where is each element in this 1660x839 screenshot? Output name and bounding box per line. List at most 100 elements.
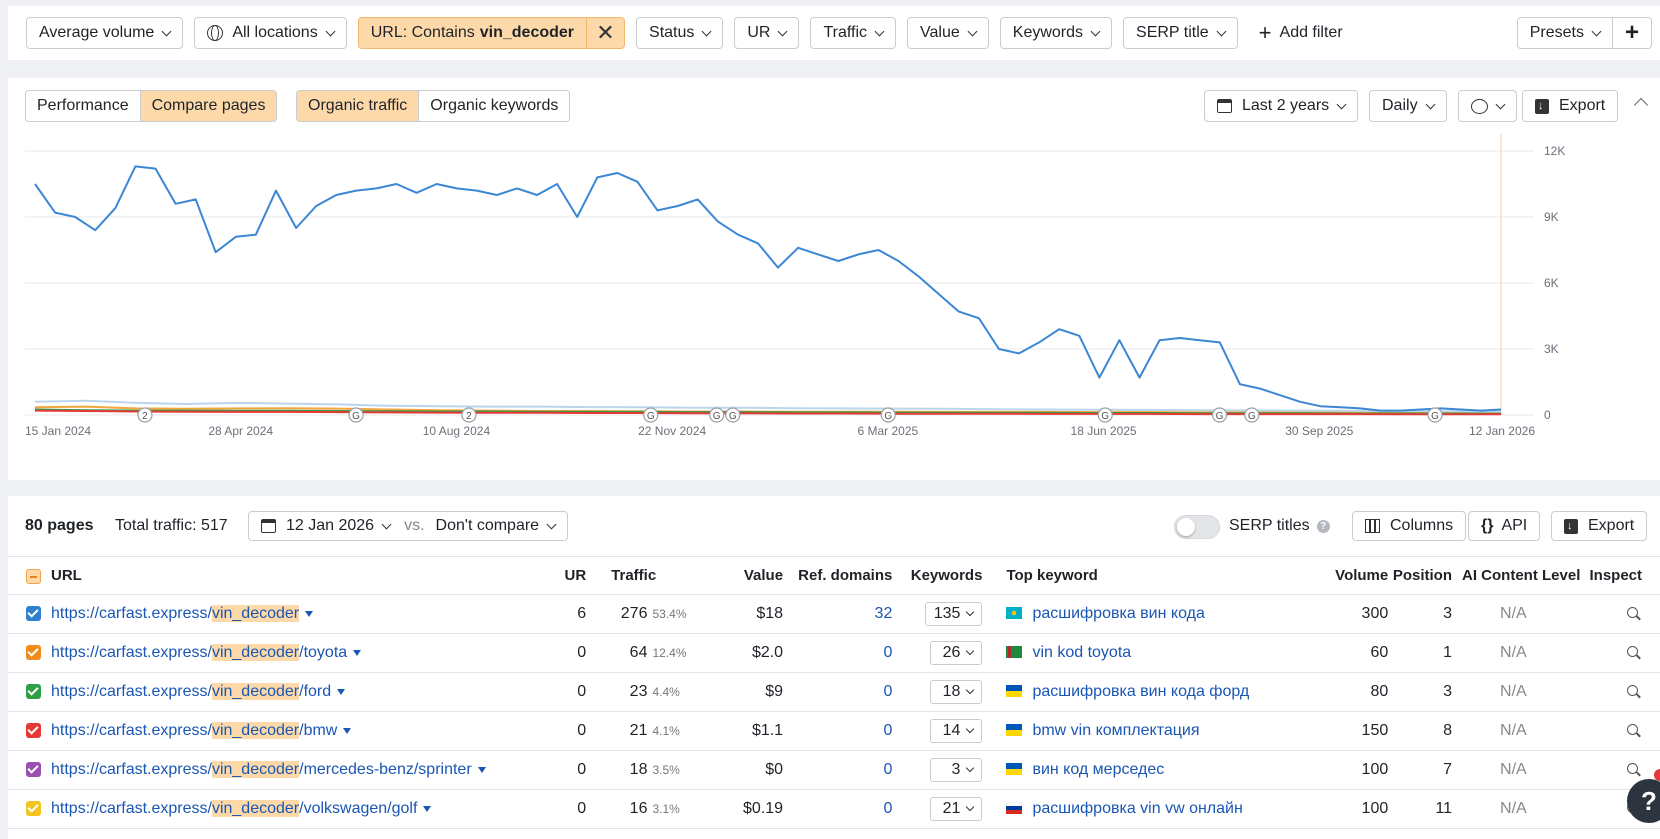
page-url-link[interactable]: https://carfast.express/vin_decoder/ford [51, 683, 331, 700]
keywords-dropdown[interactable]: 14 [930, 719, 983, 743]
caret-down-icon[interactable] [353, 649, 362, 656]
row-checkbox[interactable] [26, 645, 41, 661]
total-traffic: Total traffic: 517 [115, 517, 228, 534]
value-label: Value [920, 24, 960, 41]
ai-content-header[interactable]: AI Content Level [1462, 556, 1581, 595]
export-label: Export [1588, 517, 1635, 534]
top-keyword-link[interactable]: расшифровка vin vw онлайн [1032, 800, 1242, 817]
traffic-label: Traffic [823, 24, 868, 41]
caret-down-icon[interactable] [477, 766, 486, 773]
keywords-dropdown[interactable]: 3 [930, 758, 983, 782]
select-all-checkbox[interactable] [26, 568, 41, 584]
search-icon[interactable] [1627, 685, 1638, 696]
tab-performance[interactable]: Performance [26, 91, 141, 121]
ur-filter[interactable]: UR [734, 17, 800, 49]
ur-header[interactable]: UR [549, 556, 587, 595]
row-checkbox[interactable] [26, 684, 41, 700]
vs-label: vs. [404, 517, 425, 534]
locations-dropdown[interactable]: All locations [194, 17, 347, 49]
flag-ua-icon [1006, 684, 1023, 697]
keywords-filter[interactable]: Keywords [999, 17, 1113, 49]
top-keyword-link[interactable]: вин код мерседес [1032, 761, 1164, 778]
chevron-down-icon [701, 26, 712, 36]
api-button[interactable]: {} API [1468, 511, 1541, 541]
serp-title-filter[interactable]: SERP title [1123, 17, 1238, 49]
search-icon[interactable] [1627, 607, 1638, 618]
top-keyword-link[interactable]: vin kod toyota [1032, 644, 1131, 661]
traffic-filter[interactable]: Traffic [810, 17, 897, 49]
chevron-down-icon [778, 26, 788, 36]
top-keyword-cell: расшифровка вин кода форд [990, 672, 1309, 712]
add-preset-button[interactable]: + [1613, 18, 1651, 48]
page-url-link[interactable]: https://carfast.express/vin_decoder/merc… [51, 761, 472, 778]
filter-bar: Average volume All locations URL: Contai… [8, 6, 1660, 60]
keywords-dropdown[interactable]: 135 [924, 602, 983, 626]
close-icon[interactable]: ✕ [586, 18, 624, 48]
columns-button[interactable]: Columns [1352, 511, 1467, 541]
ref-domains-link[interactable]: 0 [783, 633, 893, 673]
update-marker-label: G [713, 411, 721, 422]
interval-dropdown[interactable]: Daily [1369, 90, 1447, 122]
status-filter[interactable]: Status [636, 17, 724, 49]
serp-titles-toggle[interactable] [1174, 515, 1220, 539]
help-icon[interactable]: ? [1316, 519, 1330, 533]
keywords-header[interactable]: Keywords [892, 556, 991, 595]
keywords-dropdown[interactable]: 21 [930, 797, 983, 821]
presets-dropdown[interactable]: Presets [1518, 18, 1613, 48]
value-filter[interactable]: Value [907, 17, 989, 49]
url-suffix: /ford [299, 683, 332, 700]
position-cell: 3 [1388, 594, 1463, 634]
keywords-dropdown[interactable]: 26 [930, 641, 983, 665]
average-volume-dropdown[interactable]: Average volume [26, 17, 184, 49]
traffic-header[interactable]: Traffic [586, 556, 715, 595]
keywords-dropdown[interactable]: 18 [930, 680, 983, 704]
url-header[interactable]: URL [8, 556, 550, 595]
caret-down-icon[interactable] [337, 688, 346, 695]
ref-domains-link[interactable]: 0 [783, 711, 893, 751]
caret-down-icon[interactable] [343, 727, 352, 734]
page-url-link[interactable]: https://carfast.express/vin_decoder/volk… [51, 800, 417, 817]
row-checkbox[interactable] [26, 606, 41, 622]
ref-domains-link[interactable]: 32 [783, 594, 893, 634]
date-range-dropdown[interactable]: Last 2 years [1204, 90, 1359, 122]
ref-domains-header[interactable]: Ref. domains [783, 556, 893, 595]
volume-cell: 300 [1308, 594, 1389, 634]
row-checkbox[interactable] [26, 801, 41, 817]
tab-organic-keywords[interactable]: Organic keywords [419, 91, 569, 121]
collapse-icon[interactable] [1633, 97, 1649, 113]
tab-compare-pages[interactable]: Compare pages [140, 91, 277, 121]
page-url-link[interactable]: https://carfast.express/vin_decoder [51, 605, 300, 622]
ref-domains-link[interactable]: 0 [783, 789, 893, 829]
add-filter-button[interactable]: + Add filter [1259, 20, 1343, 46]
ur-cell: 0 [549, 672, 587, 712]
tab-organic-traffic[interactable]: Organic traffic [297, 91, 420, 121]
search-icon[interactable] [1627, 763, 1638, 774]
url-filter-chip[interactable]: URL: Contains vin_decoder ✕ [357, 17, 626, 49]
ref-domains-link[interactable]: 0 [783, 672, 893, 712]
page-url-link[interactable]: https://carfast.express/vin_decoder/bmw [51, 722, 337, 739]
top-keyword-header[interactable]: Top keyword [990, 556, 1309, 595]
caret-down-icon[interactable] [423, 805, 432, 812]
top-keyword-link[interactable]: расшифровка вин кода [1032, 605, 1204, 622]
position-header[interactable]: Position [1388, 556, 1463, 595]
compare-label: Don't compare [435, 517, 540, 534]
caret-down-icon[interactable] [305, 610, 314, 617]
annotations-dropdown[interactable] [1458, 90, 1517, 122]
row-checkbox[interactable] [26, 723, 41, 739]
row-checkbox[interactable] [26, 762, 41, 778]
compare-date-dropdown[interactable]: 12 Jan 2026 vs. Don't compare [248, 511, 569, 541]
search-icon[interactable] [1627, 724, 1638, 735]
value-header[interactable]: Value [714, 556, 784, 595]
chart-export-button[interactable]: Export [1522, 90, 1619, 122]
url-prefix: https://carfast.express/ [51, 722, 212, 739]
search-icon[interactable] [1627, 646, 1638, 657]
ref-domains-link[interactable]: 0 [783, 750, 893, 790]
top-keyword-link[interactable]: bmw vin комплектация [1032, 722, 1199, 739]
top-keyword-link[interactable]: расшифровка вин кода форд [1032, 683, 1249, 700]
keywords-cell: 135 [892, 594, 991, 634]
presets-label: Presets [1529, 24, 1584, 41]
chevron-down-icon [874, 26, 885, 36]
table-export-button[interactable]: Export [1551, 511, 1648, 541]
volume-header[interactable]: Volume [1308, 556, 1389, 595]
page-url-link[interactable]: https://carfast.express/vin_decoder/toyo… [51, 644, 347, 661]
